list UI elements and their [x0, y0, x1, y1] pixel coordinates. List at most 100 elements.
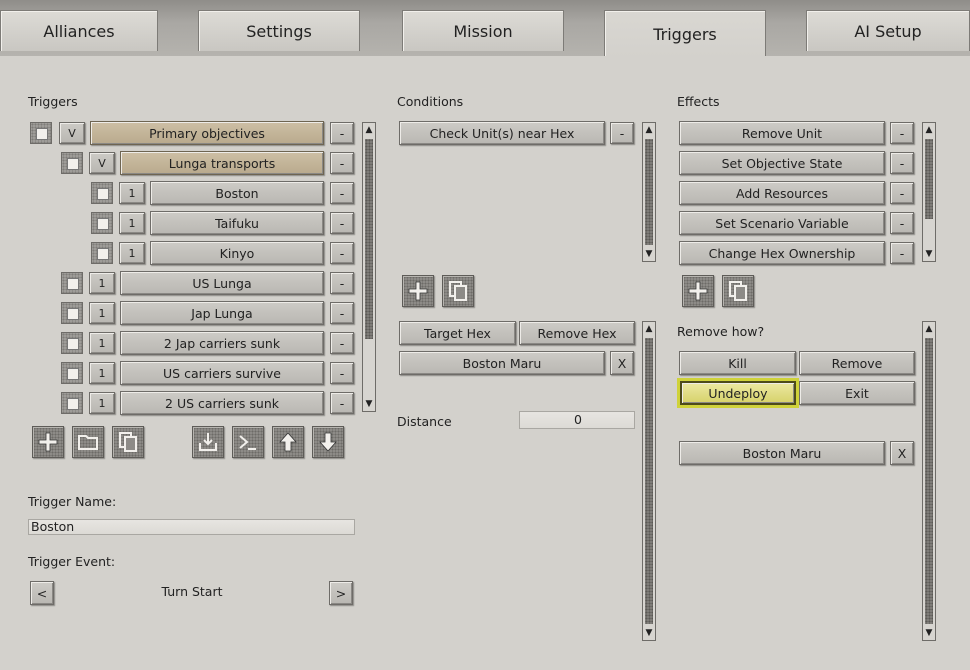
trigger-remove-button[interactable]: -	[330, 122, 354, 144]
conditions-scrollbar[interactable]: ▲ ▼	[642, 122, 656, 262]
copy-effect-button[interactable]	[722, 275, 754, 307]
remove-option-button[interactable]: Remove	[799, 351, 915, 375]
trigger-checkbox[interactable]	[61, 302, 83, 324]
effects-scrollbar[interactable]: ▲ ▼	[922, 122, 936, 262]
trigger-name-input[interactable]: Boston	[28, 519, 355, 535]
effect-unit-button[interactable]: Boston Maru	[679, 441, 885, 465]
effect-remove-button[interactable]: -	[890, 182, 914, 204]
trigger-checkbox[interactable]	[61, 392, 83, 414]
copy-condition-button[interactable]	[442, 275, 474, 307]
trigger-item[interactable]: 2 US carriers sunk	[120, 391, 324, 415]
trigger-checkbox[interactable]	[91, 182, 113, 204]
scroll-thumb[interactable]	[645, 338, 653, 624]
trigger-flag[interactable]: V	[89, 152, 115, 174]
trigger-flag[interactable]: 1	[119, 242, 145, 264]
trigger-flag[interactable]: V	[59, 122, 85, 144]
trigger-remove-button[interactable]: -	[330, 182, 354, 204]
trigger-checkbox[interactable]	[91, 242, 113, 264]
trigger-checkbox[interactable]	[61, 272, 83, 294]
add-trigger-button[interactable]	[32, 426, 64, 458]
scroll-thumb[interactable]	[925, 139, 933, 219]
effect-item[interactable]: Remove Unit	[679, 121, 885, 145]
scroll-thumb[interactable]	[365, 139, 373, 339]
scroll-up-icon[interactable]: ▲	[923, 123, 935, 137]
effect-params-scrollbar[interactable]: ▲ ▼	[922, 321, 936, 641]
script-button[interactable]	[232, 426, 264, 458]
trigger-checkbox[interactable]	[91, 212, 113, 234]
tab-alliances[interactable]: Alliances	[0, 10, 158, 51]
trigger-remove-button[interactable]: -	[330, 302, 354, 324]
scroll-up-icon[interactable]: ▲	[363, 123, 375, 137]
trigger-flag[interactable]: 1	[89, 302, 115, 324]
trigger-item[interactable]: Taifuku	[150, 211, 324, 235]
exit-option-button[interactable]: Exit	[799, 381, 915, 405]
scroll-down-icon[interactable]: ▼	[363, 397, 375, 411]
move-up-button[interactable]	[272, 426, 304, 458]
tab-ai-setup[interactable]: AI Setup	[806, 10, 970, 51]
event-prev-button[interactable]: <	[30, 581, 54, 605]
event-next-button[interactable]: >	[329, 581, 353, 605]
trigger-remove-button[interactable]: -	[330, 212, 354, 234]
add-folder-button[interactable]	[72, 426, 104, 458]
trigger-item[interactable]: Jap Lunga	[120, 301, 324, 325]
kill-option-button[interactable]: Kill	[679, 351, 796, 375]
trigger-item[interactable]: Primary objectives	[90, 121, 324, 145]
trigger-checkbox[interactable]	[61, 332, 83, 354]
trigger-remove-button[interactable]: -	[330, 272, 354, 294]
add-condition-button[interactable]	[402, 275, 434, 307]
distance-input[interactable]: 0	[519, 411, 635, 429]
scroll-up-icon[interactable]: ▲	[923, 322, 935, 336]
trigger-item[interactable]: Boston	[150, 181, 324, 205]
trigger-remove-button[interactable]: -	[330, 242, 354, 264]
trigger-checkbox[interactable]	[61, 152, 83, 174]
condition-unit-clear-button[interactable]: X	[610, 351, 634, 375]
add-effect-button[interactable]	[682, 275, 714, 307]
effect-item[interactable]: Add Resources	[679, 181, 885, 205]
trigger-remove-button[interactable]: -	[330, 332, 354, 354]
effect-remove-button[interactable]: -	[890, 212, 914, 234]
remove-hex-button[interactable]: Remove Hex	[519, 321, 635, 345]
tab-triggers[interactable]: Triggers	[604, 10, 766, 57]
scroll-up-icon[interactable]: ▲	[643, 123, 655, 137]
trigger-checkbox[interactable]	[61, 362, 83, 384]
effect-remove-button[interactable]: -	[890, 152, 914, 174]
trigger-flag[interactable]: 1	[89, 332, 115, 354]
trigger-flag[interactable]: 1	[119, 182, 145, 204]
scroll-down-icon[interactable]: ▼	[923, 247, 935, 261]
trigger-item[interactable]: US Lunga	[120, 271, 324, 295]
tab-settings[interactable]: Settings	[198, 10, 360, 51]
trigger-checkbox[interactable]	[30, 122, 52, 144]
trigger-flag[interactable]: 1	[89, 362, 115, 384]
scroll-thumb[interactable]	[925, 338, 933, 624]
copy-trigger-button[interactable]	[112, 426, 144, 458]
trigger-item[interactable]: 2 Jap carriers sunk	[120, 331, 324, 355]
effect-remove-button[interactable]: -	[890, 122, 914, 144]
effect-remove-button[interactable]: -	[890, 242, 914, 264]
trigger-flag[interactable]: 1	[89, 392, 115, 414]
condition-unit-button[interactable]: Boston Maru	[399, 351, 605, 375]
trigger-item[interactable]: US carriers survive	[120, 361, 324, 385]
scroll-down-icon[interactable]: ▼	[643, 247, 655, 261]
effect-item[interactable]: Change Hex Ownership	[679, 241, 885, 265]
scroll-down-icon[interactable]: ▼	[923, 626, 935, 640]
effect-item[interactable]: Set Objective State	[679, 151, 885, 175]
scroll-up-icon[interactable]: ▲	[643, 322, 655, 336]
triggers-scrollbar[interactable]: ▲ ▼	[362, 122, 376, 412]
scroll-down-icon[interactable]: ▼	[643, 626, 655, 640]
trigger-item[interactable]: Lunga transports	[120, 151, 324, 175]
trigger-flag[interactable]: 1	[119, 212, 145, 234]
scroll-thumb[interactable]	[645, 139, 653, 245]
undeploy-option-button[interactable]: Undeploy	[677, 378, 799, 408]
trigger-flag[interactable]: 1	[89, 272, 115, 294]
condition-item[interactable]: Check Unit(s) near Hex	[399, 121, 605, 145]
trigger-item[interactable]: Kinyo	[150, 241, 324, 265]
effect-unit-clear-button[interactable]: X	[890, 441, 914, 465]
condition-params-scrollbar[interactable]: ▲ ▼	[642, 321, 656, 641]
trigger-remove-button[interactable]: -	[330, 152, 354, 174]
effect-item[interactable]: Set Scenario Variable	[679, 211, 885, 235]
condition-remove-button[interactable]: -	[610, 122, 634, 144]
target-hex-button[interactable]: Target Hex	[399, 321, 516, 345]
import-button[interactable]	[192, 426, 224, 458]
move-down-button[interactable]	[312, 426, 344, 458]
tab-mission[interactable]: Mission	[402, 10, 564, 51]
